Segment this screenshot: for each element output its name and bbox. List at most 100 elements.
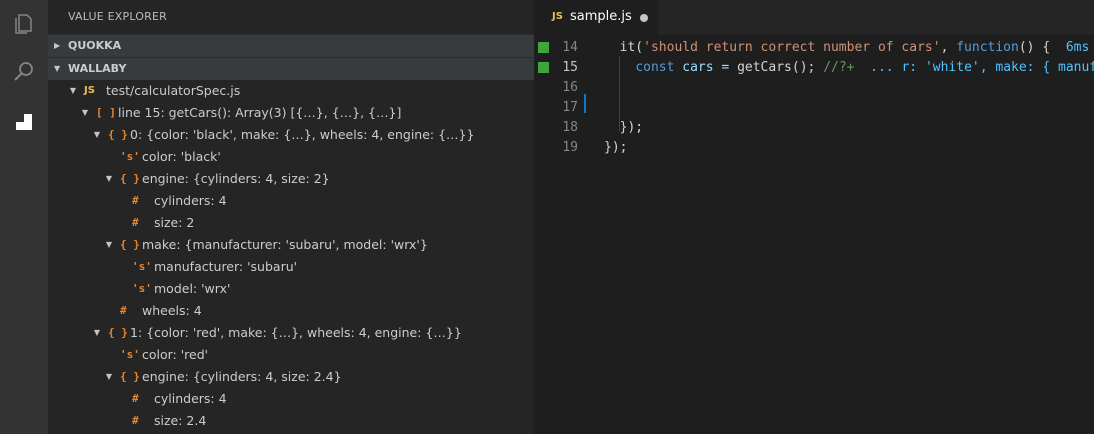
chevron-down-icon[interactable]: ▼: [92, 124, 102, 146]
unsaved-dot-icon[interactable]: [640, 14, 648, 22]
tree-item[interactable]: 's' color: 'black': [48, 146, 534, 168]
code-token: 'should return correct number of cars': [643, 40, 941, 55]
line-source: });: [604, 138, 627, 157]
chevron-down-icon[interactable]: ▼: [104, 234, 114, 256]
code-token: 6ms: [1065, 40, 1090, 55]
code-token: //?+: [823, 60, 855, 75]
code-token: const: [635, 60, 675, 75]
tree-item[interactable]: # wheels: 4: [48, 300, 534, 322]
number-icon: #: [132, 194, 139, 207]
tree-item[interactable]: ▼ JS test/calculatorSpec.js: [48, 80, 534, 102]
section-quokka[interactable]: ▶ QUOKKA: [48, 34, 534, 57]
tree-item-label: wheels: 4: [142, 303, 202, 318]
editor: JS sample.js 14 it('should return correc…: [534, 0, 1094, 434]
tree-item-label: line 15: getCars(): Array(3) [{…}, {…}, …: [118, 105, 402, 120]
tree-item[interactable]: ▼ { } make: {manufacturer: 'subaru', model…: [48, 234, 534, 256]
string-icon: 's': [120, 150, 140, 163]
coverage-marker-icon: [538, 42, 549, 53]
value-explorer-sidebar: VALUE EXPLORER ▶ QUOKKA ▼ WALLABY ▼ JS tes…: [48, 0, 534, 434]
tree-item[interactable]: ▼ { } engine: {cylinders: 4, size: 2}: [48, 168, 534, 190]
code-token: });: [604, 120, 644, 135]
code-line[interactable]: 17: [534, 98, 1094, 117]
line-number: 14: [562, 40, 578, 55]
tree-item-label: size: 2: [154, 215, 195, 230]
code-token: () {: [1018, 40, 1066, 55]
line-number: 15: [562, 60, 578, 75]
code-line[interactable]: 16: [534, 78, 1094, 97]
tree-item[interactable]: 's' model: 'wrx': [48, 278, 534, 300]
chevron-right-icon: ▶: [54, 41, 61, 50]
line-number: 16: [562, 80, 578, 95]
code-token: });: [604, 140, 628, 155]
tree-item-label: engine: {cylinders: 4, size: 2.4}: [142, 369, 342, 384]
object-icon: { }: [120, 370, 140, 383]
number-icon: #: [132, 216, 139, 229]
section-wallaby[interactable]: ▼ WALLABY: [48, 57, 534, 80]
line-number: 19: [562, 140, 578, 155]
section-label: WALLABY: [68, 62, 127, 75]
tree-item[interactable]: ▼ { } 0: {color: 'black', make: {…}, wheel…: [48, 124, 534, 146]
coverage-marker-icon: [538, 62, 549, 73]
tree-item-label: test/calculatorSpec.js: [106, 83, 241, 98]
object-icon: { }: [120, 172, 140, 185]
tab-sample-js[interactable]: JS sample.js: [534, 0, 658, 35]
number-icon: #: [132, 414, 139, 427]
string-icon: 's': [132, 260, 152, 273]
object-icon: { }: [108, 128, 128, 141]
code-line[interactable]: 19});: [534, 138, 1094, 157]
code-token: ();: [791, 60, 824, 75]
tree-item[interactable]: ▼ { } engine: {cylinders: 4, size: 2.4}: [48, 366, 534, 388]
tree-item[interactable]: ▼ { } 1: {color: 'red', make: {…}, wheels:…: [48, 322, 534, 344]
string-icon: 's': [132, 282, 152, 295]
tree-item-label: size: 2.4: [154, 413, 207, 428]
search-icon[interactable]: [0, 48, 48, 96]
code-token: cars =: [674, 60, 738, 75]
section-label: QUOKKA: [68, 39, 122, 52]
tree-item-label: make: {manufacturer: 'subaru', model: 'w…: [142, 237, 428, 252]
chevron-down-icon[interactable]: ▼: [68, 80, 78, 102]
tree-item-label: cylinders: 4: [154, 391, 227, 406]
code-token: it(: [604, 40, 644, 55]
js-file-icon: JS: [84, 85, 95, 96]
code-token: function: [956, 40, 1019, 55]
code-line[interactable]: 15 const cars = getCars(); //?+ ... r: '…: [534, 58, 1094, 77]
tree-item-label: 0: {color: 'black', make: {…}, wheels: 4…: [130, 127, 475, 142]
line-source: });: [604, 118, 644, 137]
tree-item[interactable]: # cylinders: 4: [48, 388, 534, 410]
chevron-down-icon[interactable]: ▼: [92, 322, 102, 344]
files-icon[interactable]: [0, 0, 48, 48]
tree-item-label: 1: {color: 'red', make: {…}, wheels: 4, …: [130, 325, 462, 340]
number-icon: #: [120, 304, 127, 317]
tree-item-label: color: 'red': [142, 347, 209, 362]
line-number: 17: [562, 100, 578, 115]
string-icon: 's': [120, 348, 140, 361]
tree-item[interactable]: 's' manufacturer: 'subaru': [48, 256, 534, 278]
line-number: 18: [562, 120, 578, 135]
tree-item[interactable]: # cylinders: 4: [48, 190, 534, 212]
sidebar-title: VALUE EXPLORER: [68, 10, 167, 23]
wallaby-icon[interactable]: [0, 96, 48, 144]
chevron-down-icon[interactable]: ▼: [104, 168, 114, 190]
tree-item[interactable]: 's' color: 'red': [48, 344, 534, 366]
js-file-icon: JS: [552, 11, 563, 22]
tab-label: sample.js: [570, 9, 632, 24]
array-icon: [ ]: [96, 106, 116, 119]
activity-bar: [0, 0, 48, 434]
object-icon: { }: [120, 238, 140, 251]
code-area[interactable]: 14 it('should return correct number of c…: [534, 35, 1094, 434]
tab-bar: JS sample.js: [534, 0, 1094, 35]
code-token: getCars: [737, 60, 792, 75]
tree-item[interactable]: ▼ [ ] line 15: getCars(): Array(3) [{…}, {…: [48, 102, 534, 124]
code-line[interactable]: 14 it('should return correct number of c…: [534, 38, 1094, 57]
code-token: ... r: 'white', make: { manufa: [854, 60, 1094, 75]
chevron-down-icon[interactable]: ▼: [80, 102, 90, 124]
chevron-down-icon[interactable]: ▼: [104, 366, 114, 388]
tree-item[interactable]: # size: 2.4: [48, 410, 534, 432]
tree-item-label: color: 'black': [142, 149, 221, 164]
code-line[interactable]: 18 });: [534, 118, 1094, 137]
line-source: it('should return correct number of cars…: [604, 38, 1090, 57]
tree-item-label: engine: {cylinders: 4, size: 2}: [142, 171, 330, 186]
number-icon: #: [132, 392, 139, 405]
tree-item[interactable]: # size: 2: [48, 212, 534, 234]
